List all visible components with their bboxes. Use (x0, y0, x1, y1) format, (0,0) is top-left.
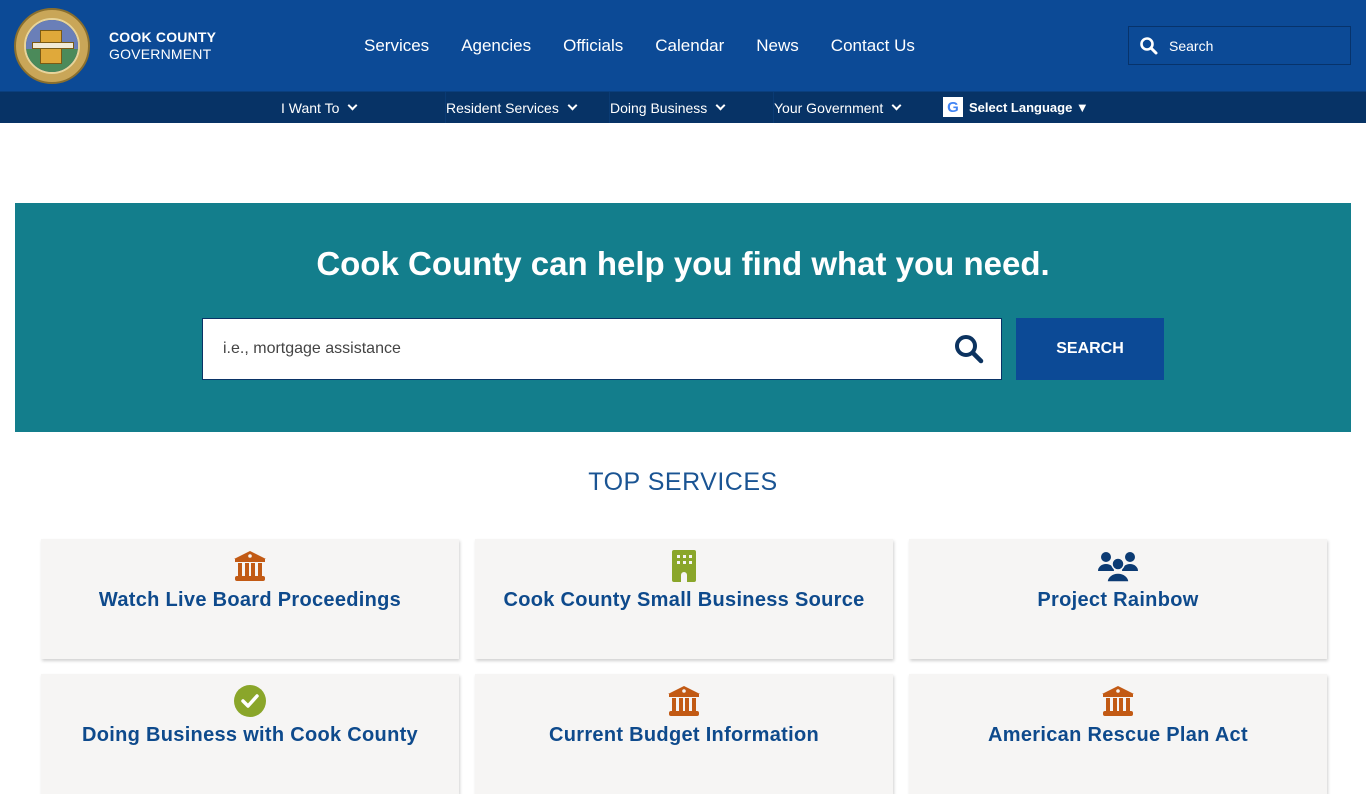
subnav-resident-services[interactable]: Resident Services (445, 92, 610, 123)
nav-agencies[interactable]: Agencies (461, 36, 531, 56)
brand-line-2: GOVERNMENT (109, 46, 212, 62)
landmark-icon (234, 551, 266, 581)
cook-county-seal-logo[interactable] (14, 8, 90, 84)
main-nav: Services Agencies Officials Calendar New… (364, 36, 947, 56)
header-search (1128, 26, 1351, 65)
subnav-i-want-to[interactable]: I Want To (266, 92, 446, 123)
header-search-input[interactable] (1169, 27, 1347, 64)
nav-news[interactable]: News (756, 36, 799, 56)
building-icon (672, 550, 696, 582)
search-icon[interactable] (1139, 36, 1159, 56)
service-card-label: Cook County Small Business Source (503, 589, 865, 611)
hero-search-section: Cook County can help you find what you n… (15, 203, 1351, 432)
nav-calendar[interactable]: Calendar (655, 36, 724, 56)
site-brand[interactable]: COOK COUNTY GOVERNMENT (109, 29, 216, 63)
hero-search-box (202, 318, 1002, 380)
nav-services[interactable]: Services (364, 36, 429, 56)
service-card-label: Current Budget Information (548, 724, 819, 746)
service-card-american-rescue-plan[interactable]: American Rescue Plan Act (909, 674, 1327, 794)
service-card-small-business-source[interactable]: Cook County Small Business Source (475, 539, 893, 659)
subnav-doing-business[interactable]: Doing Business (609, 92, 774, 123)
users-icon (1098, 552, 1138, 583)
check-circle-icon (234, 685, 266, 717)
landmark-icon (1102, 686, 1134, 716)
secondary-nav: I Want To Resident Services Doing Busine… (0, 91, 1366, 123)
service-card-project-rainbow[interactable]: Project Rainbow (909, 539, 1327, 659)
top-services-heading: TOP SERVICES (588, 468, 778, 496)
brand-line-1: COOK COUNTY (109, 29, 217, 45)
seal-emblem (24, 18, 80, 74)
service-card-doing-business[interactable]: Doing Business with Cook County (41, 674, 459, 794)
service-card-label: Project Rainbow (1037, 589, 1199, 611)
language-selector[interactable]: G Select Language ▼ (943, 97, 1089, 117)
site-header: COOK COUNTY GOVERNMENT Services Agencies… (0, 0, 1366, 91)
google-translate-icon: G (943, 97, 963, 117)
service-card-label: Watch Live Board Proceedings (98, 589, 402, 611)
subnav-your-government[interactable]: Your Government (773, 92, 938, 123)
chevron-down-icon (567, 100, 578, 111)
subnav-label: I Want To (281, 99, 340, 116)
service-card-label: Doing Business with Cook County (82, 724, 418, 746)
landmark-icon (668, 686, 700, 716)
subnav-label: Doing Business (610, 99, 708, 116)
chevron-down-icon (891, 100, 902, 111)
hero-search-button[interactable]: SEARCH (1016, 318, 1164, 380)
chevron-down-icon (715, 100, 726, 111)
search-icon[interactable] (953, 333, 985, 365)
hero-title: Cook County can help you find what you n… (316, 245, 1050, 282)
chevron-down-icon (347, 100, 358, 111)
nav-contact-us[interactable]: Contact Us (831, 36, 915, 56)
language-label: Select Language ▼ (969, 99, 1089, 115)
subnav-label: Resident Services (446, 99, 559, 116)
hero-search-input[interactable] (223, 319, 943, 379)
subnav-label: Your Government (774, 99, 884, 116)
service-card-label: American Rescue Plan Act (988, 724, 1248, 746)
nav-officials[interactable]: Officials (563, 36, 623, 56)
service-card-watch-live-board[interactable]: Watch Live Board Proceedings (41, 539, 459, 659)
service-card-current-budget[interactable]: Current Budget Information (475, 674, 893, 794)
